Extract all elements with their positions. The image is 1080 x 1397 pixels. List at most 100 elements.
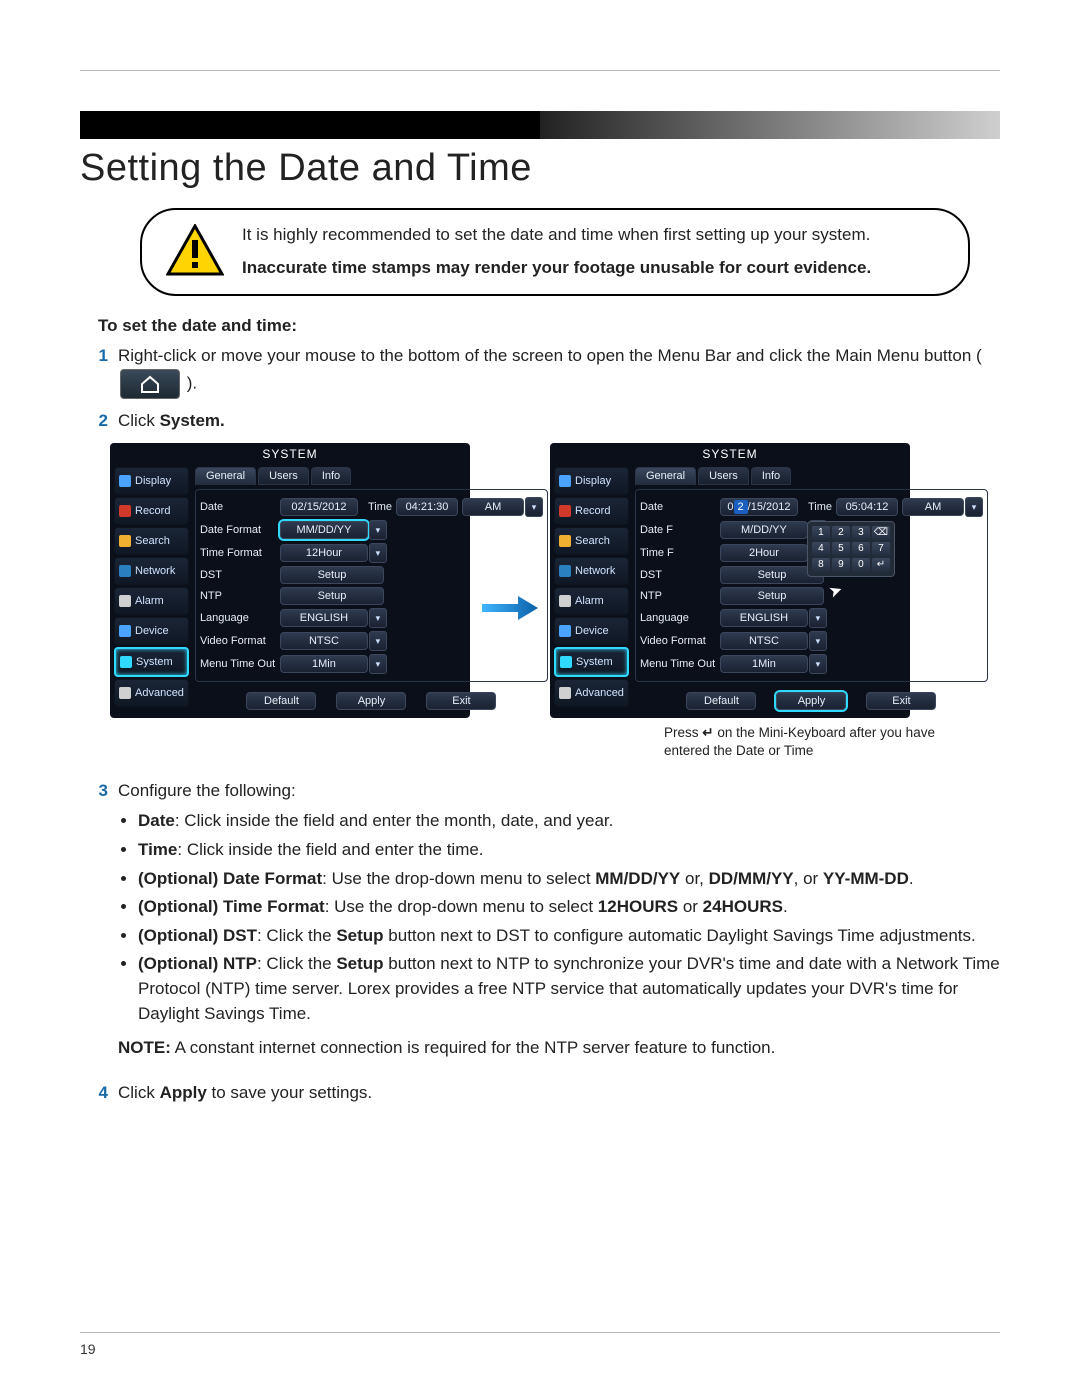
- page-number: 19: [80, 1332, 1000, 1357]
- form-row-date-format: Date FormatMM/DD/YY: [200, 520, 543, 540]
- keypad-key[interactable]: 0: [852, 558, 870, 572]
- sidebar-item-alarm[interactable]: Alarm: [554, 587, 629, 615]
- form-row-video-format: Video FormatNTSC: [200, 631, 543, 651]
- tab-info[interactable]: Info: [751, 467, 791, 485]
- form-row-language: LanguageENGLISH: [200, 608, 543, 628]
- page-title: Setting the Date and Time: [80, 147, 1000, 190]
- time-field[interactable]: 05:04:12: [836, 498, 898, 516]
- dst-setup-button[interactable]: Setup: [280, 566, 384, 584]
- sidebar-item-network[interactable]: Network: [554, 557, 629, 585]
- date-field[interactable]: 02/15/2012: [280, 498, 358, 516]
- sidebar-item-display[interactable]: Display: [554, 467, 629, 495]
- keypad-key[interactable]: 4: [812, 542, 830, 556]
- form-row-menu-time-out: Menu Time Out1Min: [640, 654, 983, 674]
- top-rule: [80, 70, 1000, 71]
- keypad-key[interactable]: 1: [812, 526, 830, 540]
- mini-keyboard[interactable]: 123⌫ 4567 890↵: [807, 521, 895, 577]
- date-label: Date: [640, 501, 716, 513]
- apply-button[interactable]: Apply: [336, 692, 406, 710]
- ampm-select[interactable]: AM: [902, 497, 983, 517]
- dvr-tabs: GeneralUsersInfo: [195, 467, 548, 485]
- apply-button[interactable]: Apply: [776, 692, 846, 710]
- sidebar-item-search[interactable]: Search: [114, 527, 189, 555]
- exit-button[interactable]: Exit: [866, 692, 936, 710]
- date-label: Date: [200, 501, 276, 513]
- sidebar-item-record[interactable]: Record: [554, 497, 629, 525]
- device-icon: [559, 625, 571, 637]
- keypad-key[interactable]: 6: [852, 542, 870, 556]
- callout-line2: Inaccurate time stamps may render your f…: [242, 257, 871, 280]
- sidebar-item-search[interactable]: Search: [554, 527, 629, 555]
- video-format-select[interactable]: NTSC: [720, 631, 827, 651]
- language-select[interactable]: ENGLISH: [280, 608, 387, 628]
- tab-general[interactable]: General: [635, 467, 696, 485]
- dvr-button-row: Default Apply Exit: [635, 692, 988, 710]
- time-field[interactable]: 04:21:30: [396, 498, 458, 516]
- step-number: 4: [80, 1081, 118, 1106]
- keypad-key[interactable]: ↵: [872, 558, 890, 572]
- tab-users[interactable]: Users: [698, 467, 749, 485]
- warning-callout: It is highly recommended to set the date…: [140, 208, 970, 296]
- keypad-key[interactable]: 2: [832, 526, 850, 540]
- tab-users[interactable]: Users: [258, 467, 309, 485]
- sidebar-item-system[interactable]: System: [554, 647, 629, 677]
- dvr-system-panel-left: SYSTEM DisplayRecordSearchNetworkAlarmDe…: [110, 443, 470, 718]
- sidebar-item-record[interactable]: Record: [114, 497, 189, 525]
- ntp-setup-button[interactable]: Setup: [280, 587, 384, 605]
- keypad-key[interactable]: 7: [872, 542, 890, 556]
- menu-time-out-select[interactable]: 1Min: [280, 654, 387, 674]
- video-format-select[interactable]: NTSC: [280, 631, 387, 651]
- default-button[interactable]: Default: [246, 692, 316, 710]
- sidebar-item-network[interactable]: Network: [114, 557, 189, 585]
- form-row-dst: DSTSetup: [200, 566, 543, 584]
- ampm-select[interactable]: AM: [462, 497, 543, 517]
- sidebar-item-device[interactable]: Device: [554, 617, 629, 645]
- keypad-key[interactable]: 5: [832, 542, 850, 556]
- record-icon: [119, 505, 131, 517]
- date-field[interactable]: 02/15/2012: [720, 498, 798, 516]
- sidebar-item-device[interactable]: Device: [114, 617, 189, 645]
- dvr-window-title: SYSTEM: [550, 443, 910, 465]
- time-format-select[interactable]: 12Hour: [280, 543, 387, 563]
- sidebar-item-alarm[interactable]: Alarm: [114, 587, 189, 615]
- dvr-general-form: Date 02/15/2012 Time 05:04:12 AM Date FM…: [635, 489, 988, 682]
- keypad-key[interactable]: 3: [852, 526, 870, 540]
- step-1-body: Right-click or move your mouse to the bo…: [118, 344, 1000, 399]
- step-3-body: Configure the following: Date: Click ins…: [118, 779, 1000, 1071]
- display-icon: [119, 475, 131, 487]
- sidebar-item-system[interactable]: System: [114, 647, 189, 677]
- sidebar-item-advanced[interactable]: Advanced: [114, 679, 189, 707]
- callout-text: It is highly recommended to set the date…: [242, 224, 871, 280]
- sidebar-item-advanced[interactable]: Advanced: [554, 679, 629, 707]
- record-icon: [559, 505, 571, 517]
- form-row-ntp: NTPSetup: [640, 587, 983, 605]
- device-icon: [119, 625, 131, 637]
- keypad-key[interactable]: 9: [832, 558, 850, 572]
- tab-info[interactable]: Info: [311, 467, 351, 485]
- form-row-menu-time-out: Menu Time Out1Min: [200, 654, 543, 674]
- time-label: Time: [368, 501, 392, 513]
- form-row-ntp: NTPSetup: [200, 587, 543, 605]
- system-icon: [120, 656, 132, 668]
- ntp-setup-button[interactable]: Setup: [720, 587, 824, 605]
- advanced-icon: [119, 687, 131, 699]
- dvr-system-panel-right: SYSTEM DisplayRecordSearchNetworkAlarmDe…: [550, 443, 910, 718]
- tab-general[interactable]: General: [195, 467, 256, 485]
- language-select[interactable]: ENGLISH: [720, 608, 827, 628]
- form-row-language: LanguageENGLISH: [640, 608, 983, 628]
- sidebar-item-display[interactable]: Display: [114, 467, 189, 495]
- step-4-body: Click Apply to save your settings.: [118, 1081, 1000, 1106]
- dvr-sidebar: DisplayRecordSearchNetworkAlarmDeviceSys…: [550, 465, 633, 712]
- exit-button[interactable]: Exit: [426, 692, 496, 710]
- form-row-video-format: Video FormatNTSC: [640, 631, 983, 651]
- menu-time-out-select[interactable]: 1Min: [720, 654, 827, 674]
- dvr-button-row: Default Apply Exit: [195, 692, 548, 710]
- screenshot-row: SYSTEM DisplayRecordSearchNetworkAlarmDe…: [110, 443, 1000, 718]
- dvr-general-form: Date 02/15/2012 Time 04:21:30 AM Date Fo…: [195, 489, 548, 682]
- enter-key-icon: ↵: [702, 725, 713, 740]
- system-icon: [560, 656, 572, 668]
- default-button[interactable]: Default: [686, 692, 756, 710]
- keypad-key[interactable]: ⌫: [872, 526, 890, 540]
- keypad-key[interactable]: 8: [812, 558, 830, 572]
- date-format-select[interactable]: MM/DD/YY: [280, 520, 387, 540]
